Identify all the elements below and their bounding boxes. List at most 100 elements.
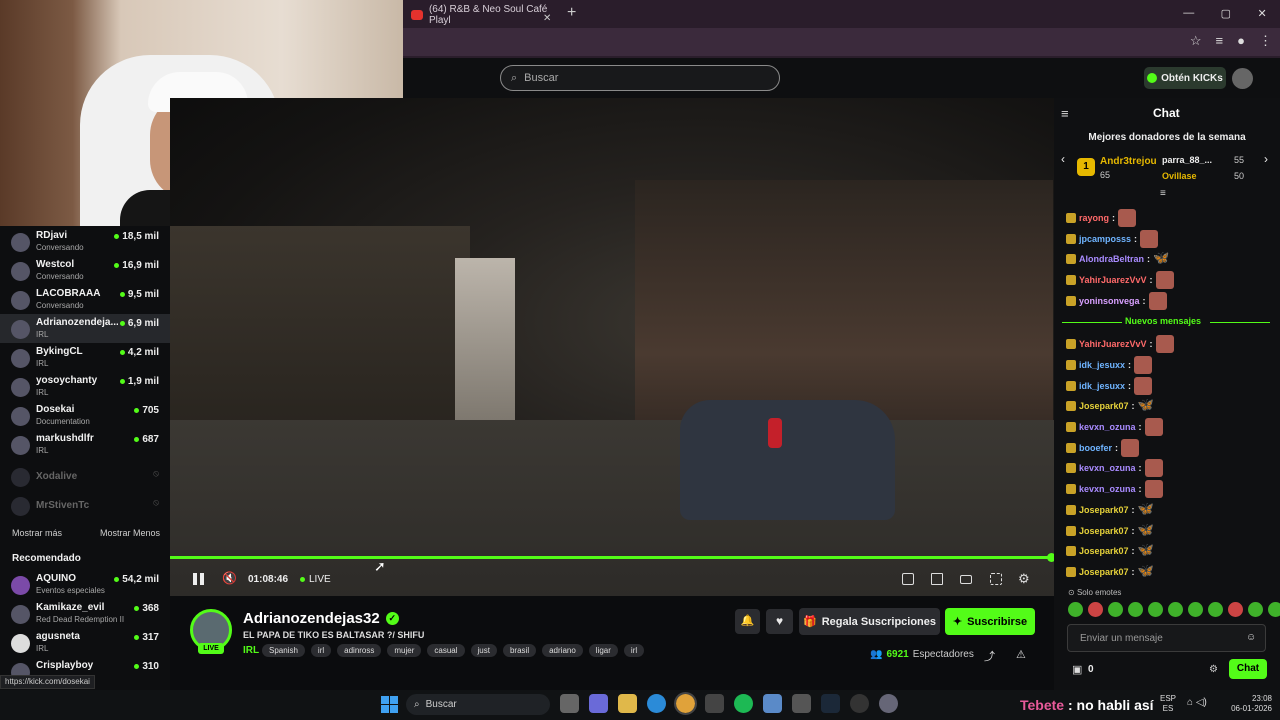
chrome-icon[interactable] [674,692,697,715]
chat-username[interactable]: AlondraBeltran [1079,254,1144,264]
chat-username[interactable]: idk_jesuxx [1079,360,1125,370]
donor-name[interactable]: Andr3trejou [1100,156,1157,167]
sidebar-channel-selected[interactable]: Adrianozendeja... IRL 6,9 mil [0,314,170,343]
spotify-icon[interactable] [734,694,753,713]
tag[interactable]: irl [310,644,332,657]
emote-button[interactable] [1088,602,1103,617]
get-kicks-button[interactable]: Obtén KICKs [1144,67,1226,89]
minimize-button[interactable]: — [1183,7,1194,19]
mute-icon[interactable]: 🔇 [222,571,237,585]
subscribe-button[interactable]: ✦ Suscribirse [945,608,1035,635]
sidebar-channel[interactable]: yosoychanty IRL 1,9 mil [0,372,170,401]
settings-gear-icon[interactable]: ⚙ [1018,571,1030,587]
sidebar-channel-offline[interactable]: Xodalive ⦸ [0,462,170,491]
windows-start-icon[interactable] [381,696,398,713]
miniplayer-icon[interactable] [902,573,914,585]
chat-username[interactable]: Josepark07 [1079,401,1129,411]
follow-heart-button[interactable]: ♥ [766,609,793,634]
stream-category[interactable]: IRL [243,645,259,656]
chat-username[interactable]: Josepark07 [1079,505,1129,515]
emote-button[interactable] [1068,602,1083,617]
chat-username[interactable]: Josepark07 [1079,567,1129,577]
edge-icon[interactable] [647,694,666,713]
browser-menu-icon[interactable]: ⋮ [1259,33,1272,49]
input-language[interactable]: ESP ES [1160,694,1176,714]
profile-icon[interactable]: ● [1237,33,1245,49]
tag[interactable]: irl [623,644,645,657]
recommended-channel[interactable]: Kamikaze_evil Red Dead Redemption II 368 [0,599,170,628]
show-less-button[interactable]: Mostrar Menos [100,528,160,538]
pause-button[interactable] [193,573,205,585]
system-clock[interactable]: 23:08 06-01-2026 [1222,694,1272,714]
sidebar-channel[interactable]: BykingCL IRL 4,2 mil [0,343,170,372]
chat-username[interactable]: jpcamposss [1079,234,1131,244]
chat-username[interactable]: kevxn_ozuna [1079,463,1136,473]
app-icon[interactable] [792,694,811,713]
collapse-chat-icon[interactable]: ≡ [1061,106,1069,121]
emote-button[interactable] [1268,602,1280,617]
tag[interactable]: adriano [542,644,583,657]
emote-button[interactable] [1248,602,1263,617]
tag[interactable]: adinross [337,644,382,657]
settings-app-icon[interactable] [879,694,898,713]
fullscreen-icon[interactable] [990,573,1002,585]
share-icon[interactable]: ⤴ [984,648,995,664]
expand-donors-icon[interactable]: ≡ [1160,188,1166,199]
emote-button[interactable] [1208,602,1223,617]
tag[interactable]: Spanish [262,644,305,657]
sidebar-channel[interactable]: Westcol Conversando 16,9 mil [0,256,170,285]
sidebar-channel[interactable]: LACOBRAAA Conversando 9,5 mil [0,285,170,314]
chat-settings-icon[interactable]: ⚙ [1209,664,1218,675]
chat-message-input[interactable]: Enviar un mensaje [1067,624,1266,652]
new-tab-button[interactable]: + [567,4,576,22]
chat-username[interactable]: yoninsonvega [1079,296,1140,306]
maximize-button[interactable]: ▢ [1221,7,1231,20]
obs-icon[interactable] [850,694,869,713]
photos-icon[interactable] [763,694,782,713]
chat-username[interactable]: Josepark07 [1079,546,1129,556]
sidebar-channel[interactable]: RDjavi Conversando 18,5 mil [0,227,170,256]
donors-next-icon[interactable]: › [1264,152,1268,166]
network-volume-icons[interactable]: ⌂ ◁) [1187,697,1207,708]
emote-button[interactable] [1228,602,1243,617]
capcut-icon[interactable] [705,694,724,713]
user-avatar[interactable] [1232,68,1253,89]
donors-prev-icon[interactable]: ‹ [1061,152,1065,166]
chat-username[interactable]: kevxn_ozuna [1079,484,1136,494]
chat-username[interactable]: kevxn_ozuna [1079,422,1136,432]
emote-button[interactable] [1168,602,1183,617]
gift-subscriptions-button[interactable]: 🎁 Regala Suscripciones [799,608,940,635]
chat-username[interactable]: YahirJuarezVvV [1079,275,1147,285]
tag[interactable]: ligar [588,644,618,657]
media-control-icon[interactable]: ≡ [1216,33,1224,49]
emote-picker-icon[interactable]: ☺ [1246,632,1256,643]
chat-username[interactable]: rayong [1079,213,1109,223]
chat-username[interactable]: idk_jesuxx [1079,381,1125,391]
taskbar-search[interactable]: ⌕ Buscar [406,694,550,715]
live-indicator[interactable]: LIVE [300,574,331,585]
donor-name[interactable]: parra_88_... [1162,155,1212,165]
tag[interactable]: casual [427,644,465,657]
emote-button[interactable] [1148,602,1163,617]
browser-tab[interactable]: (64) R&B & Neo Soul Café Playl [403,3,559,27]
send-chat-button[interactable]: Chat [1229,659,1267,679]
chat-username[interactable]: Josepark07 [1079,526,1129,536]
kicks-wallet-icon[interactable]: ▣ [1072,663,1082,676]
copilot-icon[interactable] [589,694,608,713]
report-icon[interactable]: ⚠ [1016,648,1026,661]
streamer-name[interactable]: Adrianozendejas32 [243,610,380,627]
bookmark-star-icon[interactable]: ☆ [1190,33,1202,49]
tag[interactable]: just [470,644,497,657]
emote-button[interactable] [1188,602,1203,617]
notification-bell-button[interactable]: 🔔 [735,609,760,634]
search-input[interactable]: ⌕ Buscar [500,65,780,91]
sidebar-channel[interactable]: Dosekai Documentation 705 [0,401,170,430]
emote-button[interactable] [1128,602,1143,617]
tag[interactable]: brasil [502,644,537,657]
store-icon[interactable] [560,694,579,713]
sidebar-channel-offline[interactable]: MrStivenTc ⦸ [0,491,170,520]
address-bar[interactable] [403,28,1280,56]
close-window-button[interactable]: ✕ [1258,7,1267,20]
chat-username[interactable]: YahirJuarezVvV [1079,339,1147,349]
show-more-button[interactable]: Mostrar más [12,528,62,538]
